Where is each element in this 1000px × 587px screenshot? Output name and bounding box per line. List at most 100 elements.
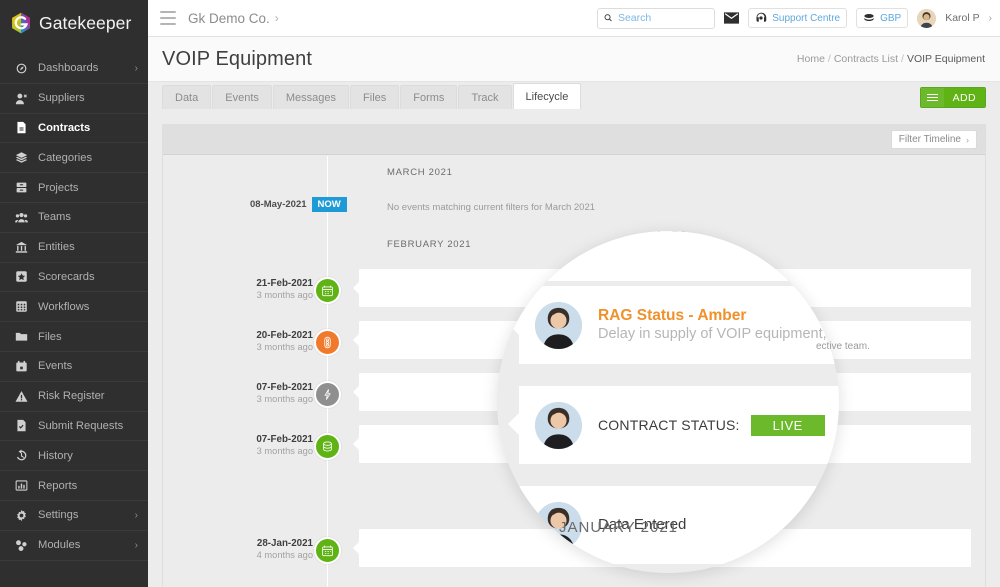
- sidebar-item-label: Dashboards: [38, 62, 135, 74]
- sidebar-item-workflows[interactable]: Workflows: [0, 292, 148, 322]
- support-centre-button[interactable]: Support Centre: [748, 8, 847, 28]
- sidebar-item-projects[interactable]: Projects: [0, 173, 148, 203]
- panel-toolbar: Filter Timeline ›: [163, 125, 985, 155]
- calendar-icon: [14, 359, 29, 374]
- breadcrumb-item-home[interactable]: Home: [797, 53, 825, 65]
- user-name[interactable]: Karol P: [945, 12, 979, 24]
- magnifier-content: SET NOTICE : RAG: [497, 231, 839, 573]
- row-avatar: [535, 402, 582, 449]
- timeline-marker-calendar-icon[interactable]: [314, 277, 341, 304]
- brand[interactable]: Gatekeeper: [0, 0, 148, 46]
- timeline-marker-lightning-icon[interactable]: [314, 381, 341, 408]
- timeline-entry-relative-time: 3 months ago: [163, 342, 313, 352]
- sidebar-item-events[interactable]: Events: [0, 352, 148, 382]
- tab-forms[interactable]: Forms: [400, 85, 457, 109]
- add-menu-icon[interactable]: [921, 88, 944, 107]
- gatekeeper-logo-icon: [10, 12, 32, 34]
- timeline-marker-database-icon[interactable]: [314, 433, 341, 460]
- tab-files[interactable]: Files: [350, 85, 399, 109]
- timeline-entry-dates: 07-Feb-20213 months ago: [163, 382, 313, 404]
- folder-icon: [14, 329, 29, 344]
- tab-list: DataEventsMessagesFilesFormsTrackLifecyc…: [162, 83, 582, 109]
- sidebar-item-modules[interactable]: Modules›: [0, 531, 148, 561]
- search-icon: [604, 13, 613, 23]
- partial-effective-team-text: ective team.: [816, 341, 870, 352]
- sidebar-item-entities[interactable]: Entities: [0, 233, 148, 263]
- sidebar-item-history[interactable]: History: [0, 441, 148, 471]
- sidebar-item-label: Settings: [38, 509, 135, 521]
- timeline-entry-date: 28-Jan-2021: [163, 538, 313, 549]
- grid-icon: [14, 299, 29, 314]
- sidebar-item-scorecards[interactable]: Scorecards: [0, 263, 148, 293]
- chevron-right-icon: ›: [135, 540, 138, 551]
- timeline-marker-traffic-light-icon[interactable]: [314, 329, 341, 356]
- tab-track[interactable]: Track: [458, 85, 511, 109]
- sidebar-item-label: Suppliers: [38, 92, 138, 104]
- people-icon: [14, 210, 29, 225]
- drawers-icon: [14, 180, 29, 195]
- sidebar-item-label: Submit Requests: [38, 420, 138, 432]
- row-avatar: [535, 302, 582, 349]
- timeline-entry-date: 07-Feb-2021: [163, 434, 313, 445]
- now-date: 08-May-2021: [250, 199, 307, 210]
- org-name[interactable]: Gk Demo Co.: [188, 11, 270, 26]
- contract-status-label: CONTRACT STATUS:: [598, 417, 740, 433]
- breadcrumb: Home/Contracts List/VOIP Equipment: [797, 53, 985, 65]
- sidebar-item-settings[interactable]: Settings›: [0, 501, 148, 531]
- sidebar-item-categories[interactable]: Categories: [0, 143, 148, 173]
- timeline-entry-dates: 28-Jan-20214 months ago: [163, 538, 313, 560]
- add-button-label[interactable]: ADD: [944, 88, 985, 107]
- month-label-february: FEBRUARY 2021: [387, 239, 471, 250]
- tab-messages[interactable]: Messages: [273, 85, 349, 109]
- magnified-row-contract-status[interactable]: CONTRACT STATUS: LIVE: [519, 386, 839, 464]
- clock-rewind-icon: [14, 448, 29, 463]
- search-input[interactable]: [618, 12, 708, 24]
- user-chevron-right-icon[interactable]: ›: [989, 13, 992, 24]
- sidebar-item-submit-requests[interactable]: Submit Requests: [0, 412, 148, 442]
- sidebar-item-label: History: [38, 450, 138, 462]
- month-label-march: MARCH 2021: [387, 167, 453, 178]
- avatar[interactable]: [917, 9, 936, 28]
- timeline-entry-relative-time: 3 months ago: [163, 290, 313, 300]
- brand-name: Gatekeeper: [39, 13, 131, 34]
- sidebar-nav: Dashboards›SuppliersContractsCategoriesP…: [0, 54, 148, 561]
- sidebar-item-teams[interactable]: Teams: [0, 203, 148, 233]
- search-box[interactable]: [597, 8, 715, 29]
- now-badge: NOW: [312, 197, 347, 212]
- currency-label: GBP: [880, 13, 901, 24]
- tab-events[interactable]: Events: [212, 85, 272, 109]
- tab-data[interactable]: Data: [162, 85, 211, 109]
- add-button[interactable]: ADD: [920, 87, 986, 108]
- sidebar-item-suppliers[interactable]: Suppliers: [0, 84, 148, 114]
- timeline-entry-date: 21-Feb-2021: [163, 278, 313, 289]
- org-chevron-right-icon[interactable]: ›: [275, 11, 279, 25]
- filter-timeline-button[interactable]: Filter Timeline ›: [891, 130, 977, 149]
- sidebar-item-reports[interactable]: Reports: [0, 471, 148, 501]
- sidebar-item-label: Events: [38, 360, 138, 372]
- tab-lifecycle[interactable]: Lifecycle: [513, 83, 582, 109]
- mail-icon[interactable]: [724, 12, 739, 24]
- magnified-month-label-january: JANUARY 2021: [559, 519, 678, 536]
- headset-icon: [755, 12, 767, 24]
- sidebar-item-files[interactable]: Files: [0, 322, 148, 352]
- now-marker-row: 08-May-2021 NOW: [250, 197, 347, 212]
- magnified-row-rag-status[interactable]: RAG Status - Amber Delay in supply of VO…: [519, 286, 839, 364]
- page-header: VOIP Equipment Home/Contracts List/VOIP …: [148, 37, 1000, 82]
- breadcrumb-item-contracts-list[interactable]: Contracts List: [834, 53, 898, 65]
- breadcrumb-item-voip-equipment: VOIP Equipment: [907, 53, 985, 65]
- currency-selector[interactable]: GBP: [856, 8, 908, 28]
- sidebar-item-label: Entities: [38, 241, 138, 253]
- tab-bar: DataEventsMessagesFilesFormsTrackLifecyc…: [148, 82, 1000, 109]
- supplier-user-icon: [14, 91, 29, 106]
- sidebar-item-dashboards[interactable]: Dashboards›: [0, 54, 148, 84]
- magnified-row-blank[interactable]: [519, 231, 839, 281]
- menu-toggle-icon[interactable]: [160, 11, 176, 25]
- sidebar-item-label: Risk Register: [38, 390, 138, 402]
- timeline-marker-calendar-icon[interactable]: [314, 537, 341, 564]
- sidebar-item-label: Scorecards: [38, 271, 138, 283]
- warning-triangle-icon: [14, 389, 29, 404]
- sidebar-item-contracts[interactable]: Contracts: [0, 114, 148, 144]
- sidebar-item-risk-register[interactable]: Risk Register: [0, 382, 148, 412]
- star-box-icon: [14, 269, 29, 284]
- timeline-entry-relative-time: 4 months ago: [163, 550, 313, 560]
